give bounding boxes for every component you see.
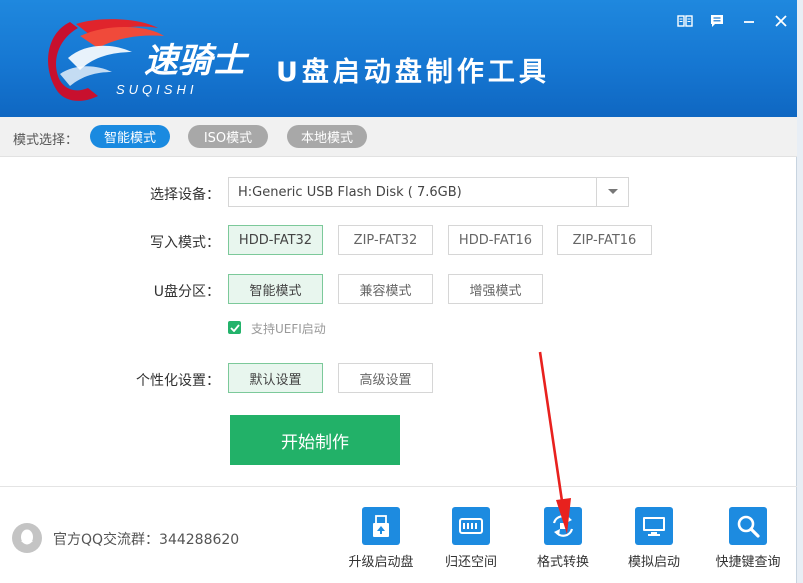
feedback-icon[interactable] bbox=[706, 10, 728, 32]
tool-label: 归还空间 bbox=[444, 555, 497, 570]
mode-iso-button[interactable]: ISO模式 bbox=[188, 125, 268, 148]
close-icon[interactable] bbox=[770, 10, 792, 32]
convert-icon bbox=[544, 507, 582, 545]
desktop-edge bbox=[797, 0, 803, 583]
advanced-settings-button[interactable]: 高级设置 bbox=[338, 363, 433, 393]
search-icon bbox=[729, 507, 767, 545]
hotkey-query-tool[interactable]: 快捷键查询 bbox=[708, 507, 788, 577]
device-label: 选择设备： bbox=[150, 187, 220, 203]
svg-text:速骑士: 速骑士 bbox=[144, 42, 250, 80]
footer-divider bbox=[0, 486, 797, 487]
mode-label: 模式选择： bbox=[13, 133, 79, 148]
qq-icon bbox=[12, 523, 42, 553]
mode-smart-button[interactable]: 智能模式 bbox=[90, 125, 170, 148]
default-settings-button[interactable]: 默认设置 bbox=[228, 363, 323, 393]
write-zip-fat16-button[interactable]: ZIP-FAT16 bbox=[557, 225, 652, 255]
guide-icon[interactable] bbox=[674, 10, 696, 32]
qq-group-text: 官方QQ交流群：344288620 bbox=[53, 532, 240, 548]
partition-label: U盘分区： bbox=[153, 284, 220, 300]
partition-smart-button[interactable]: 智能模式 bbox=[228, 274, 323, 304]
tool-label: 模拟启动 bbox=[627, 555, 680, 570]
format-convert-tool[interactable]: 格式转换 bbox=[523, 507, 603, 577]
upgrade-bootdisk-tool[interactable]: 升级启动盘 bbox=[341, 507, 421, 577]
mode-bar: 模式选择： 智能模式 ISO模式 本地模式 bbox=[0, 117, 797, 157]
device-value: H:Generic USB Flash Disk ( 7.6GB) bbox=[238, 184, 462, 200]
tool-label: 快捷键查询 bbox=[715, 555, 781, 570]
title-bar[interactable]: 速骑士 SUQISHI U盘启动盘制作工具 bbox=[0, 0, 797, 117]
tool-label: 升级启动盘 bbox=[348, 555, 414, 570]
write-zip-fat32-button[interactable]: ZIP-FAT32 bbox=[338, 225, 433, 255]
write-hdd-fat16-button[interactable]: HDD-FAT16 bbox=[448, 225, 543, 255]
disk-icon bbox=[452, 507, 490, 545]
uefi-label: 支持UEFI启动 bbox=[251, 322, 326, 336]
monitor-icon bbox=[635, 507, 673, 545]
write-mode-label: 写入模式： bbox=[150, 235, 220, 251]
partition-compat-button[interactable]: 兼容模式 bbox=[338, 274, 433, 304]
write-hdd-fat32-button[interactable]: HDD-FAT32 bbox=[228, 225, 323, 255]
app-title: U盘启动盘制作工具 bbox=[276, 57, 550, 88]
chevron-down-icon[interactable] bbox=[596, 178, 628, 206]
device-select[interactable]: H:Generic USB Flash Disk ( 7.6GB) bbox=[228, 177, 629, 207]
simulate-boot-tool[interactable]: 模拟启动 bbox=[614, 507, 694, 577]
svg-text:SUQISHI: SUQISHI bbox=[116, 82, 197, 97]
app-window: 速骑士 SUQISHI U盘启动盘制作工具 模式选择： 智能模式 ISO模式 本… bbox=[0, 0, 797, 583]
upgrade-icon bbox=[362, 507, 400, 545]
start-button[interactable]: 开始制作 bbox=[230, 415, 400, 465]
mode-local-button[interactable]: 本地模式 bbox=[287, 125, 367, 148]
minimize-icon[interactable] bbox=[738, 10, 760, 32]
tool-label: 格式转换 bbox=[536, 555, 589, 570]
personalize-label: 个性化设置： bbox=[136, 373, 220, 389]
partition-enhanced-button[interactable]: 增强模式 bbox=[448, 274, 543, 304]
app-logo: 速骑士 SUQISHI bbox=[40, 14, 265, 109]
reclaim-space-tool[interactable]: 归还空间 bbox=[431, 507, 511, 577]
uefi-checkbox[interactable] bbox=[228, 321, 241, 334]
